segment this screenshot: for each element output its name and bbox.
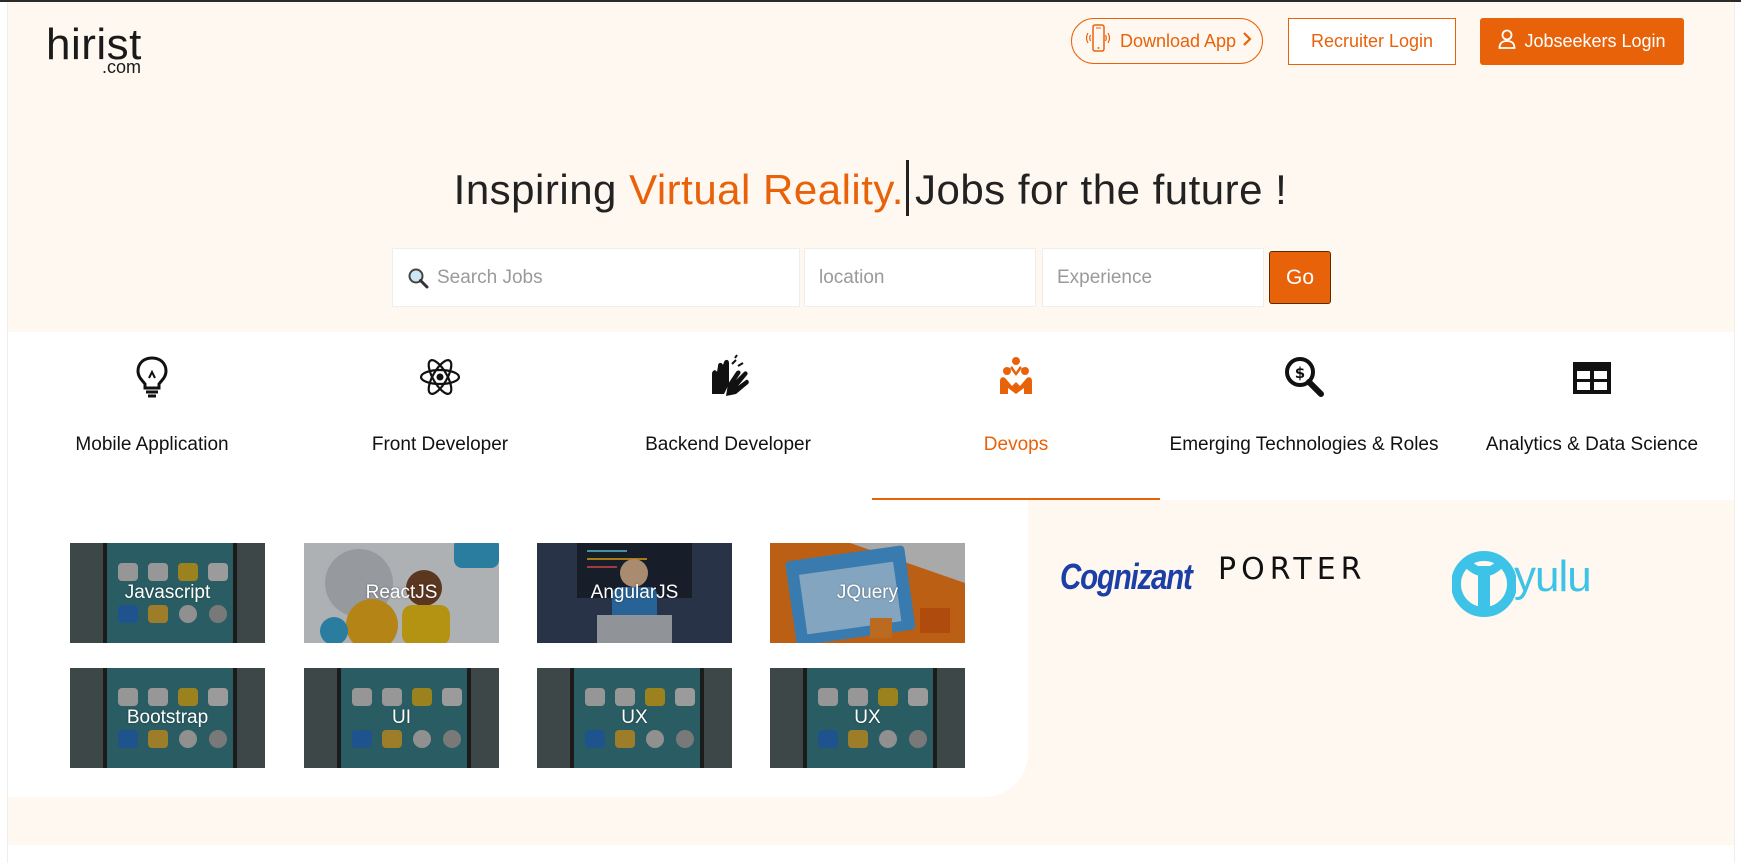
tile-label: ReactJS [365,582,438,603]
tab-label: Devops [983,434,1049,455]
svg-text:$: $ [1295,364,1305,382]
typing-caret [905,160,909,216]
go-label: Go [1285,265,1314,289]
tab-label: Front Developer [371,434,509,455]
tab-analytics-data-science[interactable]: Analytics & Data Science [1448,332,1736,500]
yulu-wordmark: yulu [1514,552,1592,601]
tile-label: Javascript [124,582,211,603]
headline-accent: Virtual Reality. [629,166,904,213]
download-app-button[interactable]: Download App [1071,18,1263,64]
team-icon [872,354,1160,400]
search-dollar-icon: $ [1160,354,1448,400]
table-icon [1448,354,1736,400]
tab-label: Analytics & Data Science [1485,434,1699,455]
tile-label: UI [392,707,411,728]
tab-label: Mobile Application [75,434,229,455]
site-logo[interactable]: hirist .com [46,20,166,80]
skill-tile-ux-2[interactable]: UX [770,668,965,768]
jobseekers-login-label: Jobseekers Login [1524,31,1666,51]
go-button[interactable]: Go [1269,251,1331,304]
skill-tile-javascript[interactable]: Javascript [70,543,265,643]
chevron-right-icon [1242,31,1252,52]
left-scroll-gutter [0,2,8,863]
tile-label: JQuery [836,582,899,603]
recruiter-login-label: Recruiter Login [1310,31,1434,51]
yulu-mark-icon [1452,551,1516,617]
download-app-label: Download App [1119,30,1237,51]
tab-backend-developer[interactable]: Backend Developer [584,332,872,500]
tab-label: Emerging Technologies & Roles [1169,434,1439,455]
experience-input[interactable]: Experience [1042,248,1264,307]
tile-label: AngularJS [590,582,679,603]
search-jobs-placeholder: Search Jobs [437,266,543,288]
company-logo-porter[interactable]: PORTER [1218,552,1367,587]
skill-tile-jquery[interactable]: JQuery [770,543,965,643]
tab-label: Backend Developer [645,434,811,455]
company-logo-cognizant[interactable]: Cognizant [1060,556,1193,598]
tile-label: Bootstrap [126,707,209,728]
headline-suffix: Jobs for the future ! [914,166,1288,213]
skill-tile-bootstrap[interactable]: Bootstrap [70,668,265,768]
hands-icon [584,354,872,400]
company-logo-yulu[interactable]: yulu [1452,546,1592,620]
jobseekers-login-button[interactable]: Jobseekers Login [1480,18,1684,65]
headline-prefix: Inspiring [453,166,630,213]
location-placeholder: location [819,266,885,288]
skill-tile-ui[interactable]: UI [304,668,499,768]
tile-label: UX [854,707,881,728]
experience-placeholder: Experience [1057,266,1153,288]
skill-tile-angularjs[interactable]: AngularJS [537,543,732,643]
phone-icon [1082,22,1114,61]
user-icon [1498,29,1516,54]
hero-headline: Inspiring Virtual Reality. Jobs for the f… [0,160,1741,216]
search-icon [407,267,429,289]
page-bottom-strip [8,845,1734,863]
tab-emerging-technologies[interactable]: $ Emerging Technologies & Roles [1160,332,1448,500]
tab-devops[interactable]: Devops [872,332,1160,500]
skill-tile-reactjs[interactable]: ReactJS [304,543,499,643]
search-jobs-input[interactable]: Search Jobs [392,248,800,307]
skill-tile-ux[interactable]: UX [537,668,732,768]
logo-domain-text: .com [102,57,142,77]
atom-icon [296,354,584,400]
location-input[interactable]: location [804,248,1036,307]
lightbulb-icon [8,354,296,400]
tab-front-developer[interactable]: Front Developer [296,332,584,500]
tab-mobile-application[interactable]: Mobile Application [8,332,296,500]
tile-label: UX [621,707,648,728]
recruiter-login-button[interactable]: Recruiter Login [1288,18,1456,65]
category-tabs: Mobile Application Front Developer Backe… [8,332,1734,500]
skills-panel: Javascript ReactJS AngularJS JQuery Boot… [8,500,1028,797]
